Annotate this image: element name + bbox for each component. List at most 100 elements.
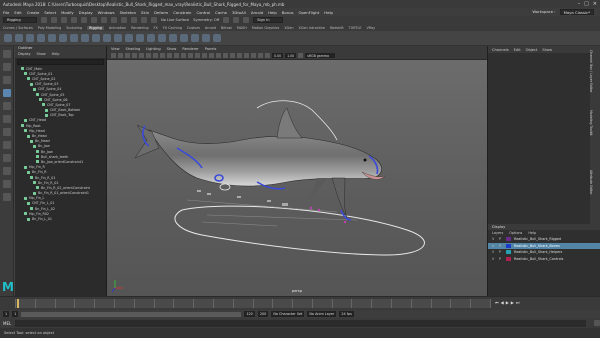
point-constraint-icon[interactable]: [147, 34, 155, 42]
camera-icon[interactable]: [111, 53, 116, 58]
range-end-field[interactable]: 120: [244, 311, 255, 317]
shelf-tab-rigging[interactable]: Rigging: [87, 25, 104, 30]
layer-visibility-toggle[interactable]: V: [492, 250, 496, 254]
shelf-tab-curves-surfaces[interactable]: Curves / Surfaces: [3, 26, 33, 30]
outliner-search-input[interactable]: [17, 59, 104, 65]
layer-visibility-toggle[interactable]: V: [492, 257, 496, 261]
outliner-layout-icon[interactable]: [2, 193, 11, 201]
range-slider-handle[interactable]: [21, 311, 242, 317]
isolate-select-icon[interactable]: [251, 53, 256, 58]
undo-icon[interactable]: [71, 17, 77, 23]
channel-menu-channels[interactable]: Channels: [492, 48, 509, 52]
mirror-joint-icon[interactable]: [59, 34, 67, 42]
grid-icon[interactable]: [139, 53, 144, 58]
fps-dropdown[interactable]: 24 fps: [339, 311, 354, 317]
side-tab-1[interactable]: Modeling Toolkit: [589, 110, 593, 136]
render-settings-icon[interactable]: [243, 17, 250, 23]
ik-handle-icon[interactable]: [15, 34, 23, 42]
playback-end-field[interactable]: 200: [257, 311, 269, 317]
maximize-icon[interactable]: □: [584, 1, 589, 7]
layer-visibility-toggle[interactable]: V: [492, 244, 496, 248]
shelf-tab-mash[interactable]: MASH: [237, 26, 247, 30]
menu-arnold[interactable]: Arnold: [251, 10, 263, 15]
channel-menu-show[interactable]: Show: [542, 48, 552, 52]
film-gate-icon[interactable]: [146, 53, 151, 58]
select-object-icon[interactable]: [101, 17, 107, 23]
menu-select[interactable]: Select: [44, 10, 56, 15]
scale-constraint-icon[interactable]: [169, 34, 177, 42]
outliner-menu-display[interactable]: Display: [18, 52, 31, 58]
xray-joints-icon[interactable]: [265, 53, 270, 58]
bookmark-icon[interactable]: [125, 53, 130, 58]
layer-color-swatch[interactable]: [506, 256, 511, 261]
mel-label[interactable]: MEL: [3, 321, 11, 326]
select-tool-icon[interactable]: [2, 50, 11, 58]
viewport-menu-view[interactable]: View: [111, 47, 120, 51]
safe-action-icon[interactable]: [174, 53, 179, 58]
go-to-start-icon[interactable]: ⏮: [495, 300, 499, 305]
layer-color-swatch[interactable]: [506, 237, 511, 242]
resolution-gate-icon[interactable]: [153, 53, 158, 58]
shelf-tab-sculpting[interactable]: Sculpting: [66, 26, 82, 30]
shelf-tab-arnold[interactable]: Arnold: [205, 26, 216, 30]
range-start-field[interactable]: 1: [12, 311, 19, 317]
lasso-tool-icon[interactable]: [2, 63, 11, 71]
step-back-icon[interactable]: ◀: [501, 300, 504, 305]
move-tool-icon[interactable]: [2, 89, 11, 97]
field-chart-icon[interactable]: [167, 53, 172, 58]
menu-control[interactable]: Control: [196, 10, 210, 15]
layer-playback-toggle[interactable]: P: [499, 237, 503, 241]
mode-dropdown[interactable]: Rigging: [3, 17, 37, 23]
outliner-item[interactable]: Bn_Fin_L_01: [15, 216, 106, 221]
layer-visibility-toggle[interactable]: V: [492, 237, 496, 241]
layer-row[interactable]: V P Realistic_Bull_Shark_Controls: [488, 256, 600, 263]
scale-tool-icon[interactable]: [2, 115, 11, 123]
blendshape-icon[interactable]: [103, 34, 111, 42]
menu-cache[interactable]: Cache: [215, 10, 227, 15]
go-to-end-icon[interactable]: ⏭: [516, 300, 520, 305]
menu-help[interactable]: Help: [324, 10, 333, 15]
no-live-surface-label[interactable]: No Live Surface: [161, 18, 189, 22]
wireframe-icon[interactable]: [188, 53, 193, 58]
xray-icon[interactable]: [258, 53, 263, 58]
viewport-menu-lighting[interactable]: Lighting: [146, 47, 161, 51]
single-perspective-layout-icon[interactable]: [2, 141, 11, 149]
wireframe-on-shaded-icon[interactable]: [202, 53, 207, 58]
orient-constraint-icon[interactable]: [158, 34, 166, 42]
workspace-selector[interactable]: Workspace : Maya Classic*: [532, 9, 594, 15]
menu-bonus[interactable]: Bonus: [282, 10, 294, 15]
layer-playback-toggle[interactable]: P: [499, 250, 503, 254]
channel-menu-edit[interactable]: Edit: [514, 48, 521, 52]
menu-modify[interactable]: Modify: [61, 10, 74, 15]
play-icon[interactable]: ▶: [506, 300, 509, 305]
symmetry-label[interactable]: Symmetry: Off: [193, 18, 219, 22]
menu-deform[interactable]: Deform: [154, 10, 168, 15]
render-icon[interactable]: [223, 17, 230, 23]
close-icon[interactable]: ×: [593, 1, 597, 7]
image-plane-icon[interactable]: [132, 53, 137, 58]
orient-joint-icon[interactable]: [70, 34, 78, 42]
anti-aliasing-icon[interactable]: [244, 53, 249, 58]
script-editor-icon[interactable]: [594, 320, 600, 326]
side-tab-0[interactable]: Channel Box / Layer Editor: [589, 50, 593, 92]
layer-color-swatch[interactable]: [506, 250, 511, 255]
joint-tool-icon[interactable]: [4, 34, 12, 42]
aim-constraint-icon[interactable]: [180, 34, 188, 42]
shelf-tab-bifrost[interactable]: Bifrost: [221, 26, 232, 30]
char-set-dropdown[interactable]: No Character Set: [271, 311, 305, 317]
sign-in-button[interactable]: Sign In: [253, 17, 284, 23]
shelf-tab-poly-modeling[interactable]: Poly Modeling: [38, 26, 61, 30]
exposure-field[interactable]: 0.00: [272, 53, 284, 58]
shelf-tab-fx[interactable]: FX: [154, 26, 158, 30]
select-component-icon[interactable]: [111, 17, 117, 23]
last-tool-icon[interactable]: [2, 128, 11, 136]
current-time-marker[interactable]: [17, 299, 19, 308]
snap-surface-icon[interactable]: [151, 17, 157, 23]
layer-menu-layers[interactable]: Layers: [492, 231, 503, 235]
step-forward-icon[interactable]: ▶: [511, 300, 514, 305]
quick-rig-icon[interactable]: [213, 34, 221, 42]
time-slider[interactable]: ⏮ ◀ ▶ ▶ ⏭: [0, 296, 600, 310]
menu-display[interactable]: Display: [79, 10, 93, 15]
shelf-tab-vray[interactable]: VRay: [367, 26, 376, 30]
cluster-icon[interactable]: [81, 34, 89, 42]
